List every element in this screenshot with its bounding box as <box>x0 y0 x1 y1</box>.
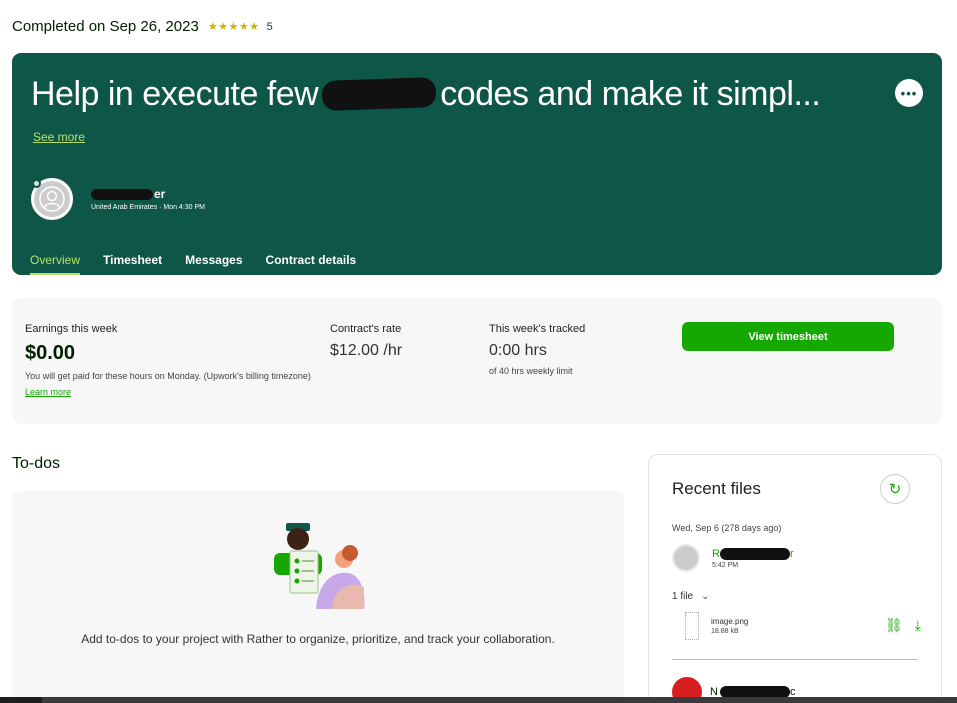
tab-overview[interactable]: Overview <box>30 253 81 275</box>
horizontal-scrollbar[interactable] <box>0 697 957 703</box>
file-name[interactable]: image.png <box>711 617 748 626</box>
file-date: Wed, Sep 6 (278 days ago) <box>672 523 782 533</box>
completed-text: Completed on Sep 26, 2023 <box>12 18 199 35</box>
contract-header: Help in execute few codes and make it sim… <box>12 53 942 275</box>
todos-panel: Add to-dos to your project with Rather t… <box>12 491 624 703</box>
earnings-column: Earnings this week $0.00 You will get pa… <box>25 323 315 400</box>
file-count-text: 1 file <box>672 591 694 602</box>
tracked-column: This week's tracked 0:00 hrs of 40 hrs w… <box>489 323 585 379</box>
recent-files-title: Recent files <box>672 479 761 498</box>
tab-messages[interactable]: Messages <box>185 253 242 275</box>
tracked-value: 0:00 hrs <box>489 342 547 359</box>
rate-value: $12.00 /hr <box>330 342 403 359</box>
earnings-note-text: You will get paid for these hours on Mon… <box>25 371 311 381</box>
file-row: image.png 18.88 kB ⛓ ⤓ <box>685 609 921 643</box>
contract-title: Help in execute few codes and make it sim… <box>31 75 821 114</box>
client-avatar[interactable] <box>31 178 73 220</box>
uploader-avatar[interactable] <box>672 544 700 572</box>
learn-more-link[interactable]: Learn more <box>25 387 71 397</box>
earnings-summary-card: Earnings this week $0.00 You will get pa… <box>12 298 942 424</box>
redaction-mark <box>321 77 437 111</box>
more-horizontal-icon: ••• <box>900 85 918 101</box>
rate-column: Contract's rate $12.00 /hr <box>330 323 402 360</box>
link-icon[interactable]: ⛓ <box>885 617 903 634</box>
download-icon[interactable]: ⤓ <box>915 617 921 634</box>
tab-timesheet[interactable]: Timesheet <box>103 253 162 275</box>
rating-stars-icon: ★★★★★ <box>207 21 260 33</box>
see-more-link[interactable]: See more <box>33 130 85 144</box>
file-thumbnail[interactable] <box>685 612 699 640</box>
rate-label: Contract's rate <box>330 323 402 335</box>
redaction-mark <box>91 188 153 200</box>
earnings-value: $0.00 <box>25 342 76 364</box>
contract-status: Completed on Sep 26, 2023 ★★★★★ 5 <box>12 18 273 35</box>
rating-value: 5 <box>266 20 273 33</box>
earnings-label: Earnings this week <box>25 323 118 335</box>
uploader-time: 5:42 PM <box>712 561 739 569</box>
online-status-dot <box>32 179 41 188</box>
todos-empty-text: Add to-dos to your project with Rather t… <box>81 632 555 646</box>
todos-heading: To-dos <box>12 455 61 472</box>
uploader-name-prefix: R <box>712 547 720 560</box>
user-icon <box>39 186 65 212</box>
client-location-time: United Arab Emirates · Mon 4:30 PM <box>91 204 205 211</box>
tab-contract-details[interactable]: Contract details <box>266 253 357 275</box>
divider <box>672 659 918 660</box>
refresh-button[interactable]: ↻ <box>880 474 910 504</box>
tracked-label: This week's tracked <box>489 323 586 335</box>
uploader-name: R r <box>712 547 794 560</box>
uploader-info: R r 5:42 PM <box>672 544 794 572</box>
title-part-1: Help in execute few <box>31 75 319 113</box>
refresh-icon: ↻ <box>888 481 902 498</box>
earnings-note: You will get paid for these hours on Mon… <box>25 368 315 400</box>
title-part-2: codes and make it simpl... <box>440 75 821 113</box>
uploader-name-suffix: r <box>789 547 794 560</box>
client-info: er United Arab Emirates · Mon 4:30 PM <box>31 178 205 220</box>
tracked-note: of 40 hrs weekly limit <box>489 366 573 376</box>
file-size: 18.88 kB <box>711 628 739 635</box>
more-options-button[interactable]: ••• <box>895 79 923 107</box>
client-name: er <box>91 187 205 201</box>
redaction-mark <box>719 547 790 560</box>
contract-tabs: Overview Timesheet Messages Contract det… <box>30 253 379 275</box>
todos-illustration-icon <box>274 523 365 609</box>
chevron-down-icon: ⌄ <box>701 591 710 602</box>
file-count-toggle[interactable]: 1 file ⌄ <box>672 591 710 602</box>
view-timesheet-button[interactable]: View timesheet <box>682 322 894 351</box>
recent-files-card: Recent files ↻ Wed, Sep 6 (278 days ago)… <box>648 454 942 703</box>
scrollbar-thumb[interactable] <box>0 697 42 703</box>
client-name-suffix: er <box>154 187 166 201</box>
